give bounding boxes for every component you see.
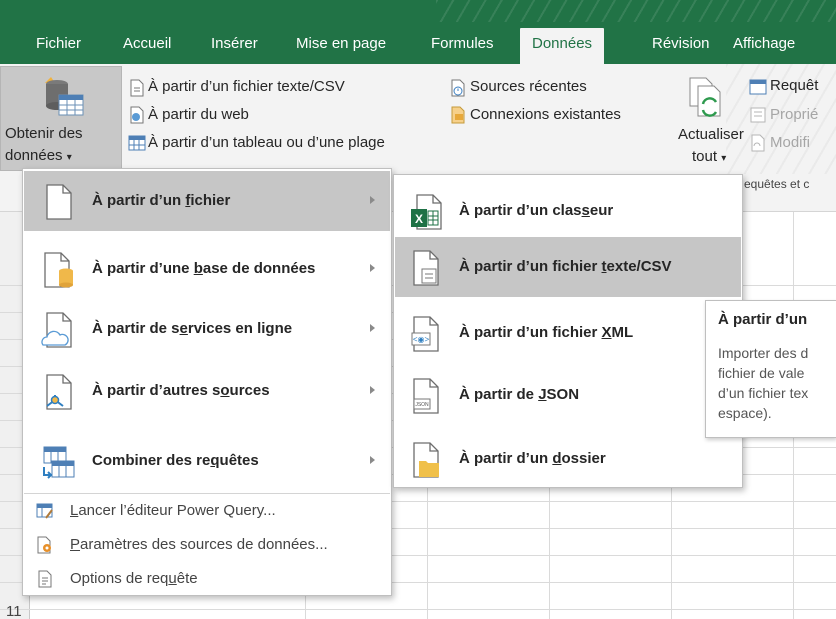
menu-item-label: À partir d’un fichier bbox=[92, 192, 231, 209]
queries-connections-button[interactable]: Requêt bbox=[770, 77, 818, 94]
grid-line bbox=[0, 609, 836, 610]
json-file-icon: JSON bbox=[413, 378, 439, 414]
menu-item-from-online-services[interactable]: À partir de services en ligne bbox=[24, 299, 390, 359]
get-data-label-line1: Obtenir des bbox=[5, 125, 83, 142]
menu-item-label: À partir de services en ligne bbox=[92, 320, 293, 337]
recent-sources-icon bbox=[451, 79, 465, 97]
svg-text:<◉>: <◉> bbox=[413, 335, 430, 344]
text-file-icon bbox=[413, 250, 439, 286]
recent-sources-button[interactable]: Sources récentes bbox=[470, 78, 587, 95]
existing-connections-button[interactable]: Connexions existantes bbox=[470, 106, 621, 123]
edit-links-button[interactable]: Modifi bbox=[770, 134, 810, 151]
from-table-range-button[interactable]: À partir d’un tableau ou d’une plage bbox=[148, 134, 385, 151]
connector-file-icon bbox=[46, 374, 72, 410]
web-file-icon bbox=[130, 106, 144, 124]
tooltip-title: À partir d’un bbox=[718, 311, 808, 328]
submenu-item-from-json[interactable]: JSON À partir de JSON bbox=[395, 365, 741, 425]
menu-item-label: À partir d’une base de données bbox=[92, 260, 316, 277]
submenu-item-label: À partir d’un fichier XML bbox=[459, 324, 634, 341]
tab-revision[interactable]: Révision bbox=[652, 28, 710, 64]
menu-divider bbox=[24, 493, 390, 494]
tab-donnees[interactable]: Données bbox=[520, 28, 605, 64]
query-options-icon bbox=[38, 570, 52, 588]
refresh-all-label-line1[interactable]: Actualiser bbox=[678, 126, 744, 143]
refresh-all-icon bbox=[689, 77, 721, 117]
submenu-item-label: À partir d’un classeur bbox=[459, 202, 614, 219]
menu-item-label: Options de requête bbox=[70, 570, 198, 587]
row-number[interactable]: 11 bbox=[0, 603, 30, 619]
submenu-item-label: À partir d’un dossier bbox=[459, 450, 606, 467]
tooltip-line: d’un fichier tex bbox=[718, 385, 809, 401]
submenu-item-label: À partir de JSON bbox=[459, 386, 580, 403]
from-text-csv-button[interactable]: À partir d’un fichier texte/CSV bbox=[148, 78, 345, 95]
tooltip-line: espace). bbox=[718, 405, 772, 421]
svg-text:JSON: JSON bbox=[415, 402, 429, 408]
tab-fichier[interactable]: Fichier bbox=[36, 28, 81, 64]
tab-mise-en-page[interactable]: Mise en page bbox=[296, 28, 386, 64]
menu-item-from-database[interactable]: À partir d’une base de données bbox=[24, 239, 390, 299]
submenu-item-from-workbook[interactable]: X À partir d’un classeur bbox=[395, 181, 741, 241]
table-icon bbox=[128, 135, 146, 151]
tab-accueil[interactable]: Accueil bbox=[123, 28, 171, 64]
submenu-arrow-icon bbox=[370, 456, 375, 464]
data-source-settings-icon bbox=[37, 536, 51, 554]
menu-item-query-options[interactable]: Options de requête bbox=[24, 563, 390, 595]
submenu-item-from-text-csv[interactable]: À partir d’un fichier texte/CSV bbox=[395, 237, 741, 297]
submenu-arrow-icon bbox=[370, 324, 375, 332]
menu-item-label: À partir d’autres sources bbox=[92, 382, 270, 399]
xml-file-icon: <◉> bbox=[411, 316, 439, 352]
menu-item-label: Paramètres des sources de données... bbox=[70, 536, 328, 553]
tooltip: À partir d’un Importer des d fichier de … bbox=[705, 300, 836, 438]
tab-affichage[interactable]: Affichage bbox=[733, 28, 795, 64]
power-query-editor-icon bbox=[36, 503, 53, 519]
database-table-icon bbox=[45, 77, 84, 116]
svg-text:X: X bbox=[415, 212, 423, 226]
menu-item-combine-queries[interactable]: Combiner des requêtes bbox=[24, 431, 390, 491]
menu-item-label: Combiner des requêtes bbox=[92, 452, 259, 469]
menu-item-from-file[interactable]: À partir d’un fichier bbox=[24, 171, 390, 231]
tab-inserer[interactable]: Insérer bbox=[211, 28, 258, 64]
file-icon bbox=[46, 184, 72, 220]
submenu-arrow-icon bbox=[370, 386, 375, 394]
combine-queries-icon bbox=[43, 446, 75, 479]
folder-icon bbox=[413, 442, 439, 478]
existing-connections-icon bbox=[451, 106, 465, 124]
tooltip-body: Importer des d fichier de vale d’un fich… bbox=[718, 343, 836, 423]
edit-links-icon bbox=[751, 134, 765, 152]
title-pattern bbox=[436, 0, 836, 22]
get-data-menu: À partir d’un fichier À partir d’une bas… bbox=[22, 168, 392, 596]
submenu-arrow-icon bbox=[370, 196, 375, 204]
menu-item-launch-power-query-editor[interactable]: Lancer l’éditeur Power Query... bbox=[24, 495, 390, 527]
tooltip-line: Importer des d bbox=[718, 345, 809, 361]
excel-workbook-icon: X bbox=[411, 194, 442, 230]
submenu-item-from-folder[interactable]: À partir d’un dossier bbox=[395, 429, 741, 489]
properties-button[interactable]: Proprié bbox=[770, 106, 818, 123]
submenu-item-from-xml[interactable]: <◉> À partir d’un fichier XML bbox=[395, 303, 741, 363]
text-file-icon bbox=[130, 79, 144, 97]
submenu-item-label: À partir d’un fichier texte/CSV bbox=[459, 258, 672, 275]
menu-item-from-other-sources[interactable]: À partir d’autres sources bbox=[24, 361, 390, 421]
cloud-file-icon bbox=[41, 312, 72, 348]
tab-formules[interactable]: Formules bbox=[431, 28, 494, 64]
tooltip-line: fichier de vale bbox=[718, 365, 805, 381]
from-web-button[interactable]: À partir du web bbox=[148, 106, 249, 123]
refresh-all-label-line2[interactable]: tout ▾ bbox=[692, 148, 726, 165]
properties-icon bbox=[750, 107, 766, 123]
queries-group-label: equêtes et c bbox=[744, 177, 810, 191]
from-file-submenu: X À partir d’un classeur À partir d’un f… bbox=[393, 174, 743, 488]
get-data-button[interactable]: Obtenir des données ▾ bbox=[0, 66, 122, 171]
database-file-icon bbox=[44, 252, 73, 288]
menu-item-label: Lancer l’éditeur Power Query... bbox=[70, 502, 276, 519]
queries-icon bbox=[749, 79, 767, 95]
get-data-label-line2: données ▾ bbox=[5, 147, 72, 164]
ribbon-tab-bar: Fichier Accueil Insérer Mise en page For… bbox=[0, 0, 836, 64]
submenu-arrow-icon bbox=[370, 264, 375, 272]
menu-item-data-source-settings[interactable]: Paramètres des sources de données... bbox=[24, 529, 390, 561]
